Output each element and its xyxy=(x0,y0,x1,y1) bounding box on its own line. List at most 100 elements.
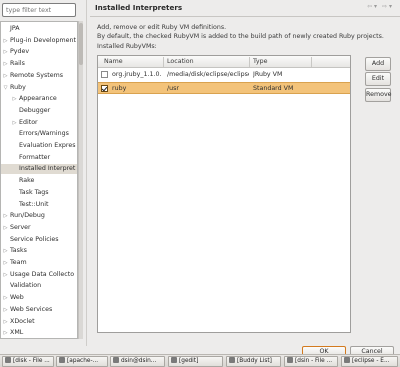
add-button[interactable]: Add xyxy=(365,57,391,71)
tree-item[interactable]: Evaluation Expres xyxy=(1,141,77,151)
taskbar-window-button[interactable]: [disk - File ... xyxy=(2,356,54,367)
tree-item[interactable]: ▷ Appearance xyxy=(1,94,77,104)
tree-item[interactable]: Rake xyxy=(1,176,77,186)
vm-checkbox[interactable] xyxy=(101,71,108,78)
tree-item-label: Errors/Warnings xyxy=(19,130,69,138)
column-separator[interactable] xyxy=(163,57,164,67)
tree-item-label: Usage Data Collecto xyxy=(10,270,75,278)
tree-item[interactable]: Installed Interpret xyxy=(1,164,77,175)
vm-checkbox[interactable] xyxy=(101,85,108,92)
tree-item-label: Remote Systems xyxy=(10,71,64,79)
tree-item[interactable]: ▷ Usage Data Collecto xyxy=(1,270,77,280)
column-header-name[interactable]: Name xyxy=(104,58,123,65)
cell-location: /usr xyxy=(167,85,179,92)
page-title-bar: Installed Interpreters ⇦ ▾ ⇨ ▾ xyxy=(90,0,400,17)
collapsed-arrow-icon[interactable]: ▷ xyxy=(2,305,9,315)
taskbar-label: [gedit] xyxy=(179,358,199,364)
collapsed-arrow-icon[interactable]: ▷ xyxy=(2,36,9,46)
taskbar-window-button[interactable]: [dsin - File ... xyxy=(284,356,338,367)
tree-item[interactable]: ▷ Rails xyxy=(1,59,77,69)
tree-item-label: Installed Interpret xyxy=(19,165,76,173)
column-separator[interactable] xyxy=(249,57,250,67)
collapsed-arrow-icon[interactable]: ▷ xyxy=(2,211,9,221)
tree-item-label: Pydev xyxy=(10,48,30,56)
tree-item-label: XML xyxy=(10,329,24,337)
cell-type: Standard VM xyxy=(253,85,294,92)
preferences-tree: JPA ▷ Plug-in Development ▷ Pydev ▷ Rails ▷ Remo… xyxy=(0,21,78,339)
filter-text-input[interactable] xyxy=(2,3,76,17)
tree-item[interactable]: Errors/Warnings xyxy=(1,129,77,139)
taskbar: [disk - File ... [apache-... dsin@dsin... [… xyxy=(0,354,400,367)
tree-item[interactable]: Debugger xyxy=(1,106,77,116)
tree-item[interactable]: ▷ Web Services xyxy=(1,305,77,315)
collapsed-arrow-icon[interactable]: ▷ xyxy=(2,246,9,256)
tree-item[interactable]: ▷ Web xyxy=(1,293,77,303)
remove-button[interactable]: Remove xyxy=(365,88,392,102)
tree-item[interactable]: Test::Unit xyxy=(1,200,77,210)
tree-item[interactable]: ▷ Plug-in Development xyxy=(1,36,77,46)
cell-location: /media/disk/eclipse/eclipse/plugins/org xyxy=(167,71,249,78)
tree-item[interactable]: Validation xyxy=(1,281,77,291)
column-separator[interactable] xyxy=(311,57,312,67)
page-description: Add, remove or edit Ruby VM definitions.… xyxy=(97,23,397,41)
collapsed-arrow-icon[interactable]: ▷ xyxy=(2,293,9,303)
tree-item[interactable]: Service Policies xyxy=(1,235,77,245)
collapsed-arrow-icon[interactable]: ▷ xyxy=(2,270,9,280)
tree-item[interactable]: ▷ Team xyxy=(1,258,77,268)
taskbar-label: [apache-... xyxy=(67,358,99,364)
forward-arrow-icon[interactable]: ⇨ ▾ xyxy=(382,3,392,10)
tree-scrollbar-thumb[interactable] xyxy=(79,23,83,65)
taskbar-label: [Buddy List] xyxy=(237,358,272,364)
page-title: Installed Interpreters xyxy=(95,3,183,12)
tree-item[interactable]: ▷ XDoclet xyxy=(1,317,77,327)
expanded-arrow-icon[interactable]: ▽ xyxy=(2,83,9,93)
taskbar-window-button[interactable]: dsin@dsin... xyxy=(110,356,165,367)
taskbar-window-button[interactable]: [Buddy List] xyxy=(226,356,281,367)
column-header-type[interactable]: Type xyxy=(253,58,267,65)
collapsed-arrow-icon[interactable]: ▷ xyxy=(2,258,9,268)
tree-item-label: Evaluation Expres xyxy=(19,142,76,149)
back-arrow-icon[interactable]: ⇦ ▾ xyxy=(367,3,377,10)
taskbar-label: [disk - File ... xyxy=(13,358,50,364)
tree-item[interactable]: Task Tags xyxy=(1,188,77,198)
taskbar-label: dsin@dsin... xyxy=(121,358,157,364)
taskbar-window-button[interactable]: [apache-... xyxy=(56,356,108,367)
cell-type: JRuby VM xyxy=(253,71,283,78)
tree-item-label: Rails xyxy=(10,60,25,68)
collapsed-arrow-icon[interactable]: ▷ xyxy=(2,317,9,327)
window-icon xyxy=(59,357,65,363)
tree-item[interactable]: ▷ Editor xyxy=(1,118,77,128)
tree-item[interactable]: ▷ Server xyxy=(1,223,77,233)
collapsed-arrow-icon[interactable]: ▷ xyxy=(2,59,9,69)
collapsed-arrow-icon[interactable]: ▷ xyxy=(2,328,9,338)
tree-item[interactable]: ▷ XML xyxy=(1,328,77,338)
collapsed-arrow-icon[interactable]: ▷ xyxy=(11,94,18,104)
collapsed-arrow-icon[interactable]: ▷ xyxy=(2,71,9,81)
column-header-location[interactable]: Location xyxy=(167,58,194,65)
taskbar-window-button[interactable]: [gedit] xyxy=(168,356,223,367)
table-row[interactable]: org.jruby_1.1.0. /media/disk/eclipse/ecli… xyxy=(98,69,350,81)
tree-item-label: Server xyxy=(10,223,31,231)
tree-item[interactable]: JPA xyxy=(1,24,77,34)
tree-item[interactable]: ▷ Tasks xyxy=(1,246,77,256)
tree-item[interactable]: ▽ Ruby xyxy=(1,83,77,93)
table-row[interactable]: ruby/usr Standard VM xyxy=(98,82,350,94)
edit-button[interactable]: Edit xyxy=(365,72,391,86)
tree-item-label: Service Policies xyxy=(10,235,59,243)
tree-item-label: Team xyxy=(10,259,27,266)
tree-item-label: JPA xyxy=(10,25,20,32)
tree-item[interactable]: ▷ Remote Systems xyxy=(1,71,77,81)
tree-item[interactable]: ▷ Run/Debug xyxy=(1,211,77,221)
window-icon xyxy=(113,357,119,363)
taskbar-window-button[interactable]: [eclipse - E... xyxy=(341,356,398,367)
tree-item-label: Editor xyxy=(19,118,38,126)
collapsed-arrow-icon[interactable]: ▷ xyxy=(2,47,9,57)
collapsed-arrow-icon[interactable]: ▷ xyxy=(2,223,9,233)
cell-name: ruby xyxy=(112,85,127,92)
tree-item[interactable]: Formatter xyxy=(1,153,77,163)
tree-scrollbar[interactable] xyxy=(78,21,83,339)
tree-item[interactable]: ▷ Pydev xyxy=(1,47,77,57)
preference-page: Installed Interpreters ⇦ ▾ ⇨ ▾ Add, remov… xyxy=(90,0,400,346)
collapsed-arrow-icon[interactable]: ▷ xyxy=(11,118,18,128)
tree-item-label: Web Services xyxy=(10,305,53,313)
